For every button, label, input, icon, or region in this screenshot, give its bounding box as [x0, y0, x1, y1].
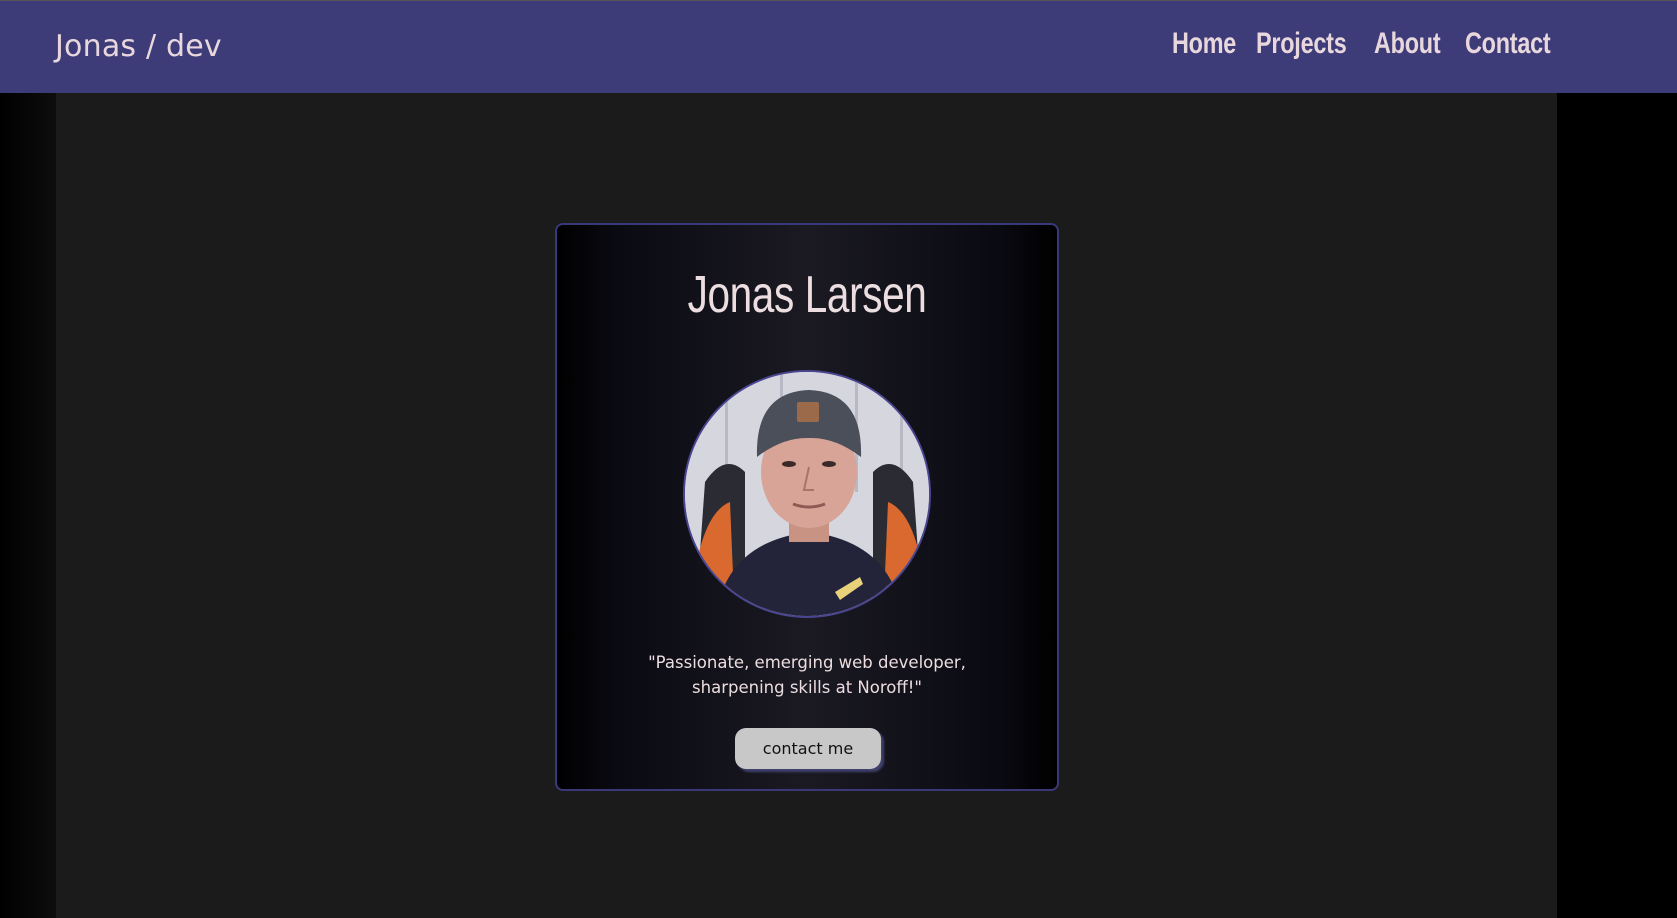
quote-line-1: "Passionate, emerging web developer, [648, 653, 966, 672]
nav-contact[interactable]: Contact [1465, 27, 1551, 61]
nav-home[interactable]: Home [1172, 27, 1236, 61]
nav-about[interactable]: About [1374, 27, 1441, 61]
nav-projects[interactable]: Projects [1256, 27, 1347, 61]
site-header: Jonas / dev Home Projects About Contact [0, 1, 1677, 93]
profile-photo-image [685, 372, 929, 616]
brand-logo[interactable]: Jonas / dev [55, 29, 222, 64]
contact-me-button[interactable]: contact me [735, 728, 881, 769]
avatar [683, 370, 931, 618]
page: Jonas / dev Home Projects About Contact … [0, 0, 1677, 918]
profile-quote: "Passionate, emerging web developer, sha… [557, 650, 1057, 700]
quote-line-2: sharpening skills at Noroff!" [692, 678, 922, 697]
main-nav: Home Projects About Contact [1172, 27, 1557, 61]
profile-name: Jonas Larsen [687, 266, 927, 324]
profile-card: Jonas Larsen "Passionate, emerging web d… [555, 223, 1059, 791]
